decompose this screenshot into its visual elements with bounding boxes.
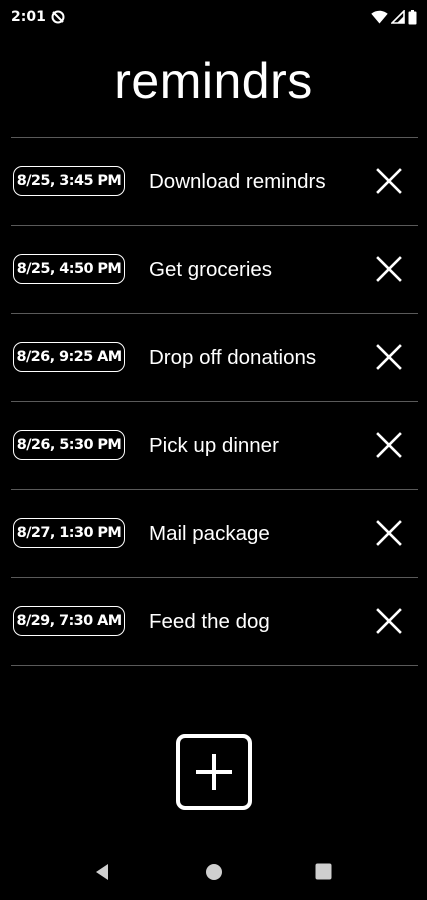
reminder-time-badge[interactable]: 8/27, 1:30 PM [13, 518, 125, 548]
close-icon[interactable] [376, 344, 402, 370]
system-nav-bar [0, 845, 427, 900]
app-title: remindrs [114, 53, 313, 109]
reminder-item[interactable]: 8/29, 7:30 AM Feed the dog [11, 578, 418, 666]
reminder-time-badge[interactable]: 8/26, 9:25 AM [13, 342, 125, 372]
close-icon[interactable] [376, 168, 402, 194]
reminder-text[interactable]: Feed the dog [149, 610, 270, 634]
reminder-time-badge[interactable]: 8/25, 4:50 PM [13, 254, 125, 284]
reminder-text[interactable]: Get groceries [149, 258, 272, 282]
reminder-item[interactable]: 8/26, 5:30 PM Pick up dinner [11, 402, 418, 490]
reminder-time-badge[interactable]: 8/29, 7:30 AM [13, 606, 125, 636]
status-time: 2:01 [11, 9, 46, 25]
reminder-list: 8/25, 3:45 PM Download remindrs 8/25, 4:… [11, 137, 418, 666]
app-screen: 2:01 remindrs 8/25, 3:45 PM Download rem… [0, 0, 427, 900]
reminder-text[interactable]: Download remindrs [149, 170, 326, 194]
reminder-text[interactable]: Drop off donations [149, 346, 316, 370]
close-icon[interactable] [376, 520, 402, 546]
reminder-item[interactable]: 8/25, 4:50 PM Get groceries [11, 226, 418, 314]
recents-icon[interactable] [315, 863, 332, 880]
cell-signal-icon [391, 10, 405, 24]
plus-icon [196, 754, 232, 790]
close-icon[interactable] [376, 608, 402, 634]
reminder-time-badge[interactable]: 8/25, 3:45 PM [13, 166, 125, 196]
reminder-item[interactable]: 8/27, 1:30 PM Mail package [11, 490, 418, 578]
status-icons [371, 9, 417, 25]
home-icon[interactable] [205, 863, 223, 881]
close-icon[interactable] [376, 432, 402, 458]
close-icon[interactable] [376, 256, 402, 282]
reminder-item[interactable]: 8/25, 3:45 PM Download remindrs [11, 138, 418, 226]
wifi-icon [371, 10, 388, 24]
battery-icon [408, 9, 417, 24]
status-bar: 2:01 [0, 0, 427, 34]
reminder-text[interactable]: Pick up dinner [149, 434, 279, 458]
reminder-item[interactable]: 8/26, 9:25 AM Drop off donations [11, 314, 418, 402]
sync-off-icon [51, 10, 65, 24]
add-reminder-button[interactable] [176, 734, 252, 810]
back-icon[interactable] [94, 863, 110, 881]
reminder-text[interactable]: Mail package [149, 522, 270, 546]
reminder-time-badge[interactable]: 8/26, 5:30 PM [13, 430, 125, 460]
